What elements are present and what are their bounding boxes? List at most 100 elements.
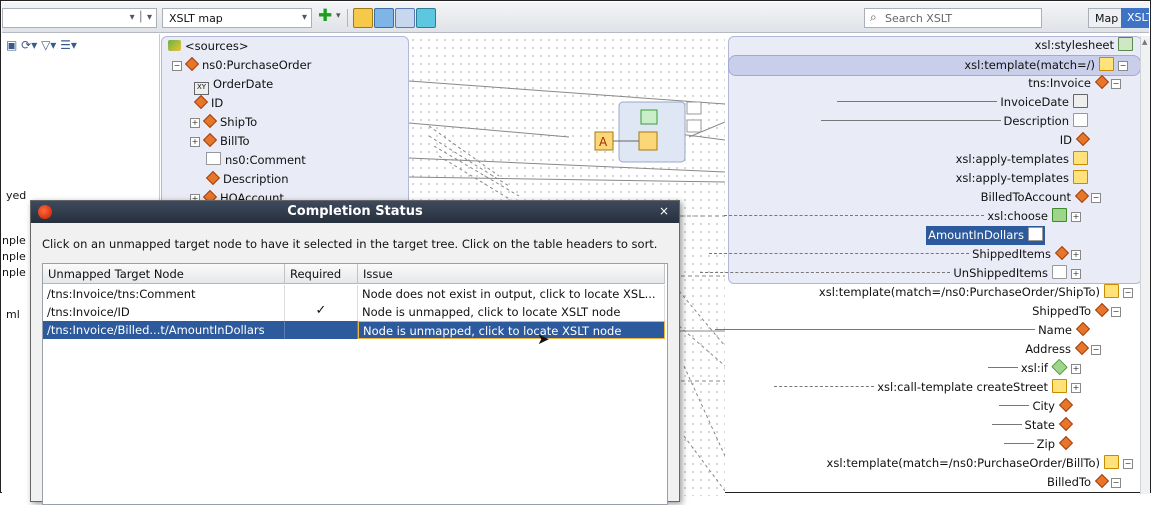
collapse-icon[interactable]: −: [1111, 307, 1121, 317]
expand-icon[interactable]: +: [1071, 383, 1081, 393]
xpath-icon[interactable]: [395, 8, 415, 28]
tree-node[interactable]: UnShippedItems +: [700, 264, 1081, 283]
tree-node[interactable]: xsl:stylesheet: [1035, 36, 1133, 55]
tree-node[interactable]: tns:Invoice −: [1028, 74, 1121, 93]
cell-node: /tns:Invoice/ID: [43, 303, 285, 321]
tab-xslt[interactable]: XSLT: [1121, 8, 1149, 28]
source-root[interactable]: <sources>: [168, 37, 248, 56]
column-header-issue[interactable]: Issue: [358, 264, 665, 284]
element-icon: [1058, 416, 1074, 432]
tree-node[interactable]: ShippedItems +: [709, 245, 1081, 264]
tree-node[interactable]: xsl:choose +: [724, 207, 1081, 226]
element-icon: [202, 132, 218, 148]
element-icon: [1054, 245, 1070, 261]
comment-icon: [1052, 265, 1067, 279]
element-icon: [1094, 74, 1110, 90]
tree-node[interactable]: Description: [820, 112, 1088, 131]
mouse-cursor-icon: ➤: [537, 330, 550, 348]
element-icon: [1075, 131, 1091, 147]
collapse-icon[interactable]: −: [1111, 478, 1121, 488]
refresh-icon[interactable]: ⟳▾: [21, 38, 37, 52]
auto-map-icon[interactable]: [353, 8, 373, 28]
stylesheet-icon: [1118, 37, 1133, 51]
dialog-title: Completion Status: [287, 204, 423, 219]
test-map-icon[interactable]: [374, 8, 394, 28]
tab-map[interactable]: Map: [1088, 8, 1126, 28]
tree-node[interactable]: − ns0:PurchaseOrder: [172, 56, 311, 75]
tree-node[interactable]: ID: [1060, 131, 1091, 150]
map-selector-value: XSLT map: [169, 12, 223, 25]
tree-node[interactable]: xsl:template(match=/ns0:PurchaseOrder/Sh…: [819, 283, 1133, 302]
expand-icon[interactable]: +: [190, 118, 200, 128]
xml-type-icon: [1073, 94, 1088, 108]
table-row-selected[interactable]: /tns:Invoice/Billed...t/AmountInDollars …: [43, 321, 665, 339]
left-label: nple: [2, 250, 26, 263]
filter-icon[interactable]: ▣: [6, 38, 17, 52]
tree-node[interactable]: xsl:call-template createStreet +: [774, 378, 1081, 397]
expand-icon[interactable]: +: [190, 137, 200, 147]
tree-node[interactable]: ID: [193, 94, 223, 113]
funnel-icon[interactable]: ▽▾: [41, 38, 56, 52]
column-header-node[interactable]: Unmapped Target Node: [43, 264, 285, 284]
toolbar: ▾ │ ▾ XSLT map ▾ ✚ ▾ ⌕ Search XSLT Map X…: [2, 2, 1149, 33]
tree-node[interactable]: xsl:if +: [987, 358, 1081, 378]
chevron-down-icon[interactable]: ▾: [336, 11, 341, 21]
search-icon: ⌕: [870, 10, 877, 24]
add-icon[interactable]: ✚: [318, 8, 336, 26]
mapping-line: [683, 365, 725, 457]
left-combo[interactable]: ▾ │ ▾: [2, 8, 157, 28]
comment-icon: [1073, 113, 1088, 127]
collapse-icon[interactable]: −: [1091, 193, 1101, 203]
tree-node[interactable]: XY OrderDate: [194, 75, 273, 95]
completion-status-icon[interactable]: [416, 8, 436, 28]
tree-node-template[interactable]: xsl:template(match=/) −: [728, 55, 1141, 76]
tree-node[interactable]: InvoiceDate: [837, 93, 1088, 112]
tree-node[interactable]: Description: [205, 170, 289, 189]
tree-node[interactable]: BilledTo −: [1047, 473, 1121, 492]
expand-icon[interactable]: +: [1071, 212, 1081, 222]
close-icon[interactable]: ×: [659, 204, 669, 218]
expand-icon[interactable]: +: [1071, 269, 1081, 279]
collapse-icon[interactable]: −: [1123, 288, 1133, 298]
param-box: [686, 119, 702, 133]
tree-node[interactable]: City: [999, 397, 1074, 416]
collapse-icon[interactable]: −: [1123, 459, 1133, 469]
tree-node[interactable]: ShippedTo −: [1032, 302, 1121, 321]
template-icon: [1104, 284, 1119, 298]
mapping-line: [409, 80, 725, 105]
collapse-icon[interactable]: −: [1111, 79, 1121, 89]
collapse-icon[interactable]: −: [172, 61, 182, 71]
expand-icon[interactable]: +: [1071, 250, 1081, 260]
tree-node[interactable]: Name: [715, 321, 1091, 340]
element-icon: [202, 113, 218, 129]
cell-node: /tns:Invoice/Billed...t/AmountInDollars: [43, 321, 285, 339]
table-row[interactable]: /tns:Invoice/tns:Comment Node does not e…: [43, 285, 665, 303]
element-icon: [205, 170, 221, 186]
scroll-up-icon[interactable]: ▲: [1142, 38, 1147, 46]
expand-icon[interactable]: +: [1071, 364, 1081, 374]
dialog-titlebar[interactable]: Completion Status ×: [31, 201, 679, 223]
target-scrollbar[interactable]: ▲: [1140, 36, 1150, 494]
sort-icon[interactable]: ☰▾: [60, 38, 77, 52]
tree-node[interactable]: State: [991, 416, 1074, 435]
element-icon: [1075, 321, 1091, 337]
search-input[interactable]: ⌕ Search XSLT: [864, 8, 1042, 28]
tree-node[interactable]: Zip: [1003, 435, 1074, 454]
tree-node[interactable]: + BillTo: [190, 132, 250, 151]
table-row[interactable]: /tns:Invoice/ID ✓ Node is unmapped, clic…: [43, 303, 665, 321]
tree-node[interactable]: Address −: [1025, 340, 1101, 359]
tree-node[interactable]: ns0:Comment: [206, 151, 306, 170]
map-selector[interactable]: XSLT map ▾: [162, 8, 312, 28]
collapse-icon[interactable]: −: [1118, 61, 1128, 71]
tree-node[interactable]: xsl:apply-templates: [956, 169, 1088, 188]
column-header-required[interactable]: Required: [285, 264, 358, 284]
source-tree: <sources> − ns0:PurchaseOrder XY OrderDate…: [161, 36, 409, 208]
if-icon: [1051, 358, 1068, 376]
tree-node[interactable]: xsl:template(match=/ns0:PurchaseOrder/Bi…: [827, 454, 1133, 473]
tree-node[interactable]: BilledToAccount −: [981, 188, 1101, 207]
tree-node[interactable]: xsl:apply-templates: [956, 150, 1088, 169]
tree-node[interactable]: + ShipTo: [190, 113, 257, 132]
collapse-icon[interactable]: −: [1091, 345, 1101, 355]
tree-node-selected[interactable]: AmountInDollars: [926, 226, 1045, 245]
apply-templates-icon: [1073, 151, 1088, 165]
